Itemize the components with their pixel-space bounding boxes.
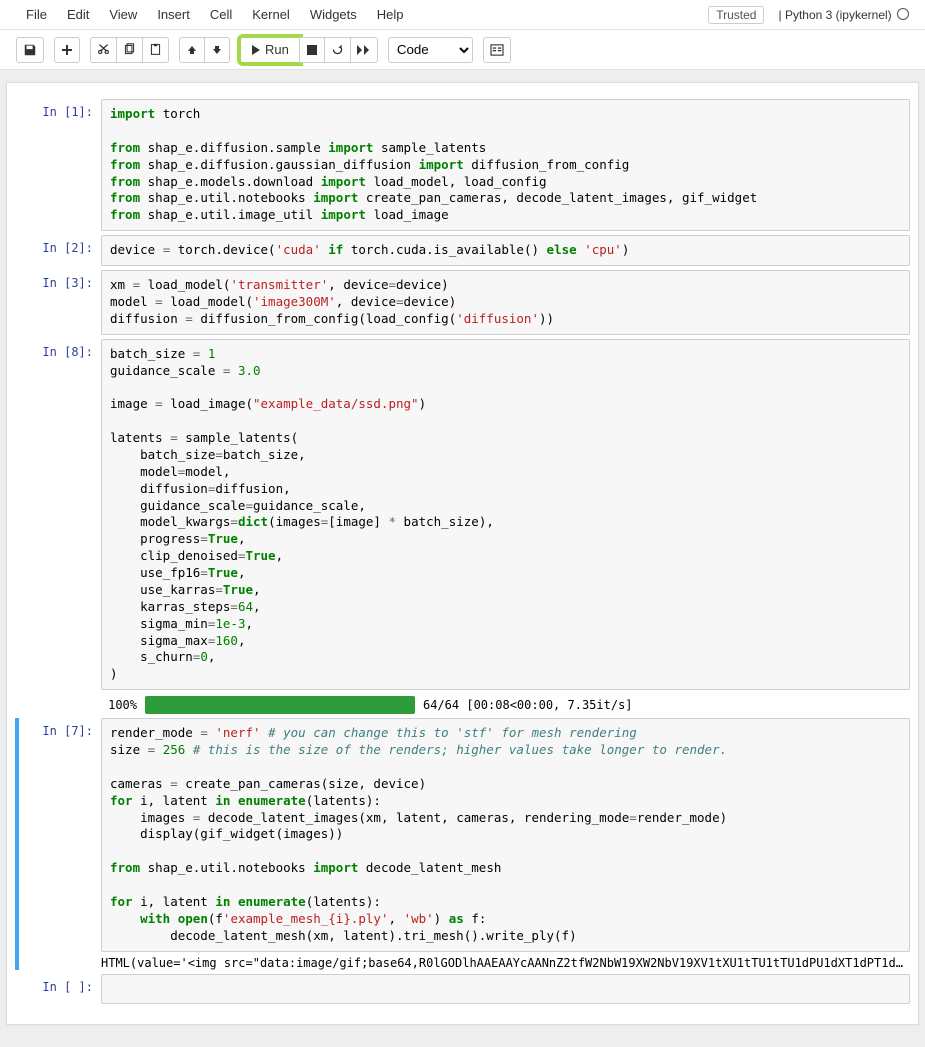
kernel-status-icon [897,8,909,20]
code-cell[interactable]: In [8]:batch_size = 1 guidance_scale = 3… [15,339,910,691]
code-cell[interactable]: In [3]:xm = load_model('transmitter', de… [15,270,910,335]
run-button[interactable]: Run [240,37,300,63]
progress-bar [145,696,415,714]
kernel-label: | Python 3 (ipykernel) [778,8,917,22]
restart-run-all-button[interactable] [350,37,378,63]
cell-prompt: In [2]: [15,235,101,266]
add-cell-button[interactable] [54,37,80,63]
cell-prompt: In [3]: [15,270,101,335]
code-input[interactable]: render_mode = 'nerf' # you can change th… [101,718,910,951]
save-button[interactable] [16,37,44,63]
code-cell[interactable]: In [7]:render_mode = 'nerf' # you can ch… [15,718,910,969]
menu-cell[interactable]: Cell [200,0,242,30]
menu-kernel[interactable]: Kernel [242,0,300,30]
cell-prompt: In [7]: [19,718,101,969]
move-up-button[interactable] [179,37,205,63]
code-input[interactable] [101,974,910,1005]
cell-type-select[interactable]: CodeMarkdownRaw NBConvertHeading [388,37,473,63]
menu-insert[interactable]: Insert [147,0,200,30]
toolbar: Run CodeMarkdownRaw NBConvertHeading [0,30,925,70]
menu-help[interactable]: Help [367,0,414,30]
progress-label: 64/64 [00:08<00:00, 7.35it/s] [423,698,633,712]
move-down-button[interactable] [204,37,230,63]
code-cell[interactable]: In [ ]: [15,974,910,1005]
code-cell[interactable]: In [1]:import torch from shap_e.diffusio… [15,99,910,231]
trusted-badge[interactable]: Trusted [708,6,764,24]
cell-prompt: In [1]: [15,99,101,231]
code-input[interactable]: device = torch.device('cuda' if torch.cu… [101,235,910,266]
menu-view[interactable]: View [99,0,147,30]
progress-output: 100% 64/64 [00:08<00:00, 7.35it/s] [15,696,910,714]
progress-percent: 100% [101,698,137,712]
menubar: FileEditViewInsertCellKernelWidgetsHelp … [0,0,925,30]
cell-prompt: In [8]: [15,339,101,691]
menu-file[interactable]: File [16,0,57,30]
code-cell[interactable]: In [2]:device = torch.device('cuda' if t… [15,235,910,266]
code-input[interactable]: import torch from shap_e.diffusion.sampl… [101,99,910,231]
text-output: HTML(value='<img src="data:image/gif;bas… [101,956,910,970]
code-input[interactable]: xm = load_model('transmitter', device=de… [101,270,910,335]
cell-prompt: In [ ]: [15,974,101,1005]
copy-button[interactable] [116,37,143,63]
code-input[interactable]: batch_size = 1 guidance_scale = 3.0 imag… [101,339,910,691]
menu-edit[interactable]: Edit [57,0,99,30]
command-palette-button[interactable] [483,37,511,63]
notebook-container: In [1]:import torch from shap_e.diffusio… [0,70,925,1047]
paste-button[interactable] [142,37,169,63]
interrupt-button[interactable] [299,37,325,63]
menu-widgets[interactable]: Widgets [300,0,367,30]
run-button-label: Run [265,42,289,57]
cut-button[interactable] [90,37,117,63]
restart-button[interactable] [324,37,351,63]
